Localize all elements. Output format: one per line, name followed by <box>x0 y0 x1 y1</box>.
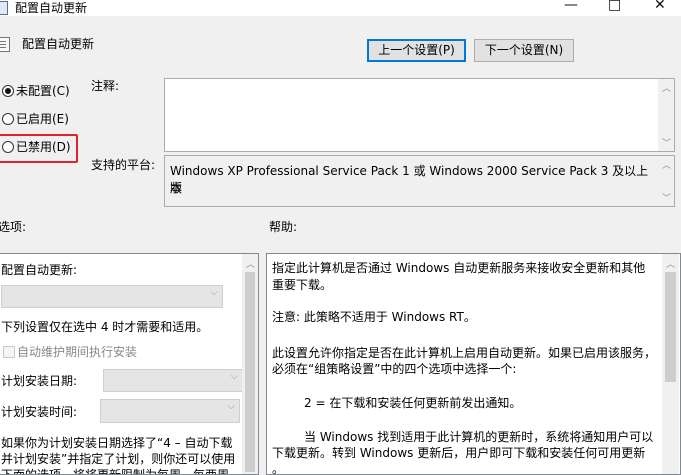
scroll-up-icon[interactable]: ︿ <box>662 81 671 94</box>
options-section-label: 选项: <box>0 220 27 234</box>
comment-scrollbar[interactable]: ︿ ﹀ <box>658 79 674 151</box>
scroll-down-icon[interactable]: ﹀ <box>662 191 671 204</box>
platform-label: 支持的平台: <box>91 158 156 172</box>
configure-updates-label: 配置自动更新: <box>1 263 78 277</box>
platform-text-line1: Windows XP Professional Service Pack 1 或… <box>170 164 649 195</box>
schedule-time-dropdown[interactable]: ⌵ <box>100 399 240 423</box>
minimize-icon[interactable]: — <box>564 0 578 13</box>
radio-not-configured[interactable] <box>2 85 14 97</box>
window-title: 配置自动更新 <box>15 1 88 15</box>
scroll-up-icon[interactable]: ︿ <box>666 257 675 270</box>
comment-field[interactable]: ︿ ﹀ <box>164 78 675 152</box>
radio-not-configured-label[interactable]: 未配置(C) <box>16 82 70 99</box>
help-p5-line1: 当 Windows 找到适用于此计算机的更新时，系统将通知用户可以 <box>304 430 654 444</box>
scroll-up-icon[interactable]: ︿ <box>662 158 671 171</box>
help-p5-line3: 。 <box>272 462 285 475</box>
next-setting-button[interactable]: 下一个设置(N) <box>474 39 574 62</box>
close-icon[interactable]: ✕ <box>654 0 666 13</box>
scrollbar-thumb[interactable] <box>245 272 255 472</box>
options-panel: 配置自动更新: ⌵ 下列设置仅在选中 4 时才需要和适用。 自动维护期间执行安装… <box>0 253 259 475</box>
scroll-down-icon[interactable]: ﹀ <box>662 136 671 149</box>
chevron-down-icon: ⌵ <box>230 371 238 382</box>
maximize-icon[interactable]: □ <box>608 0 621 13</box>
help-p3-line1: 此设置允许你指定是否在此计算机上启用自动更新。如果已启用该服务， <box>272 346 657 360</box>
chevron-down-icon: ⌵ <box>210 287 218 298</box>
radio-disabled[interactable] <box>2 141 14 153</box>
footer-line2: 并计划安装”并指定了计划，则你还可以使用 <box>1 452 236 466</box>
chevron-down-icon: ⌵ <box>227 401 235 412</box>
policy-icon <box>0 1 8 15</box>
configure-updates-dropdown[interactable]: ⌵ <box>1 285 223 308</box>
policy-name: 配置自动更新 <box>22 37 95 51</box>
help-p2: 注意: 此策略不适用于 Windows RT。 <box>272 310 476 324</box>
options-scrollbar[interactable]: ︿ <box>242 254 258 474</box>
maintenance-checkbox[interactable] <box>3 346 15 358</box>
schedule-time-label: 计划安装时间: <box>1 405 78 419</box>
schedule-day-dropdown[interactable]: ⌵ <box>103 369 243 392</box>
help-section-label: 帮助: <box>269 220 298 234</box>
platform-scrollbar[interactable]: ︿ ﹀ <box>658 156 674 206</box>
setting-icon <box>0 37 10 52</box>
scroll-up-icon[interactable]: ︿ <box>246 257 255 270</box>
help-p1-line2: 重要下载。 <box>272 278 333 292</box>
platform-text-line2: 本 <box>170 181 183 195</box>
comment-label: 注释: <box>91 79 120 93</box>
footer-line1: 如果你为计划安装日期选择了“4 – 自动下载 <box>1 436 233 450</box>
option-4-note: 下列设置仅在选中 4 时才需要和适用。 <box>1 320 209 334</box>
maintenance-checkbox-label: 自动维护期间执行安装 <box>17 345 138 359</box>
footer-line3: 下面的选项，将将更新限制为每周、每两周 <box>1 468 230 475</box>
scrollbar-thumb[interactable] <box>665 272 676 382</box>
schedule-day-label: 计划安装日期: <box>1 374 78 388</box>
help-p4: 2 = 在下载和安装任何更新前发出通知。 <box>304 396 522 410</box>
title-bar <box>0 0 681 16</box>
previous-setting-button[interactable]: 上一个设置(P) <box>367 39 466 62</box>
radio-enabled-label[interactable]: 已启用(E) <box>16 110 69 127</box>
help-p3-line2: 必须在“组策略设置”中的四个选项中选择一个: <box>272 362 517 376</box>
help-p1-line1: 指定此计算机是否通过 Windows 自动更新服务来接收安全更新和其他 <box>272 261 646 275</box>
platform-field: Windows XP Professional Service Pack 1 或… <box>164 155 675 207</box>
help-scrollbar[interactable]: ︿ <box>662 254 679 474</box>
radio-disabled-label[interactable]: 已禁用(D) <box>16 138 71 155</box>
help-p5-line2: 下载更新。转到 Windows 更新后，用户即可下载和安装任何可用更新 <box>272 446 646 460</box>
radio-enabled[interactable] <box>2 113 14 125</box>
help-panel: 指定此计算机是否通过 Windows 自动更新服务来接收安全更新和其他 重要下载… <box>266 253 681 475</box>
